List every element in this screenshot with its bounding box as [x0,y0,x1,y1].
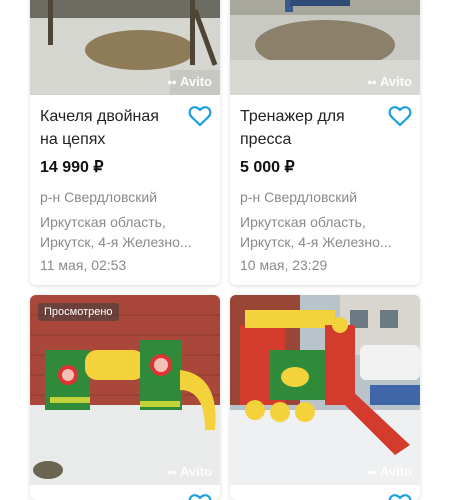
watermark-text: Avito [179,464,212,479]
watermark-text: Avito [379,464,412,479]
favorite-heart-icon[interactable] [188,493,212,500]
listing-title[interactable]: Тренажер для пресса [240,105,380,151]
listing-photo[interactable]: ●● Avito [30,0,220,95]
listing-card[interactable]: ●● Avito [230,295,420,500]
listing-card[interactable]: ●● Avito Качеля двойная на цепях 14 990 … [30,0,220,285]
avito-logo-icon: ●● [367,76,377,87]
listing-district: р-н Свердловский [240,189,358,205]
viewed-badge: Просмотрено [38,303,119,321]
listing-photo[interactable]: ●● Avito [230,295,420,485]
avito-logo-icon: ●● [167,76,177,87]
watermark-text: Avito [179,74,212,89]
avito-logo-icon: ●● [167,466,177,477]
favorite-heart-icon[interactable] [388,493,412,500]
favorite-heart-icon[interactable] [388,105,412,127]
avito-watermark: ●● Avito [367,464,412,479]
listing-photo[interactable]: Просмотрено ●● Avito [30,295,220,485]
watermark-text: Avito [379,74,412,89]
avito-watermark: ●● Avito [167,464,212,479]
listing-price: 5 000 ₽ [240,159,295,176]
favorite-heart-icon[interactable] [188,105,212,127]
avito-watermark: ●● Avito [167,74,212,89]
listing-district: р-н Свердловский [40,189,158,205]
listing-card[interactable]: Просмотрено ●● Avito [30,295,220,500]
listing-address: Иркутская область, Иркутск, 4-я Железно.… [40,214,192,250]
avito-watermark: ●● Avito [367,74,412,89]
listing-price: 14 990 ₽ [40,159,104,176]
listing-date: 10 мая, 23:29 [240,257,328,273]
listing-card[interactable]: ●● Avito Тренажер для пресса 5 000 ₽ р-н… [230,0,420,285]
listing-address: Иркутская область, Иркутск, 4-я Железно.… [240,214,392,250]
listing-date: 11 мая, 02:53 [40,257,127,273]
avito-logo-icon: ●● [367,466,377,477]
listing-title[interactable]: Качеля двойная на цепях [40,105,180,151]
listing-photo[interactable]: ●● Avito [230,0,420,95]
